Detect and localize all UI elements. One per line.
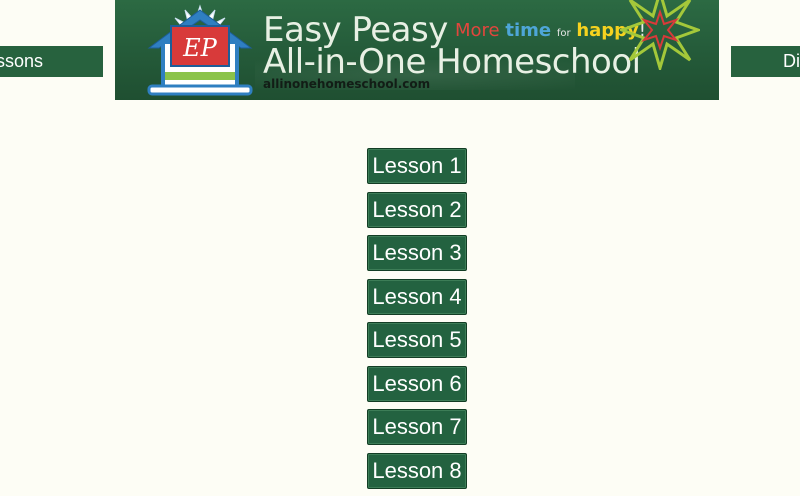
- tagline-more: More: [455, 20, 500, 41]
- logo-letters: EP: [182, 34, 218, 62]
- lesson-button[interactable]: Lesson 1: [367, 148, 467, 184]
- starburst-icon: [620, 0, 700, 70]
- house-logo-icon: EP: [147, 4, 253, 96]
- nav-tab-right[interactable]: Di: [731, 46, 800, 77]
- site-banner[interactable]: EP Easy Peasy All-in-One Homeschool alli…: [115, 0, 719, 100]
- nav-tab-lessons[interactable]: Lessons: [0, 46, 103, 77]
- nav-tab-lessons-label: Lessons: [0, 51, 43, 71]
- tagline-for: for: [556, 28, 571, 39]
- lesson-button[interactable]: Lesson 6: [367, 365, 467, 402]
- lesson-button[interactable]: Lesson 8: [367, 452, 467, 489]
- tagline-time: time: [505, 20, 552, 41]
- lesson-button[interactable]: Lesson 2: [367, 191, 467, 228]
- lesson-button[interactable]: Lesson 4: [367, 278, 467, 315]
- banner-tagline: More time for happy!: [455, 20, 646, 41]
- banner-title-line2: All-in-One Homeschool: [263, 42, 641, 82]
- lesson-button[interactable]: Lesson 7: [367, 409, 467, 445]
- lesson-button[interactable]: Lesson 3: [367, 235, 467, 271]
- lesson-list: Lesson 1 Lesson 2 Lesson 3 Lesson 4 Less…: [367, 148, 467, 496]
- banner-url: allinonehomeschool.com: [263, 77, 431, 91]
- lesson-button[interactable]: Lesson 5: [367, 322, 467, 358]
- nav-tab-right-label: Di: [783, 51, 800, 71]
